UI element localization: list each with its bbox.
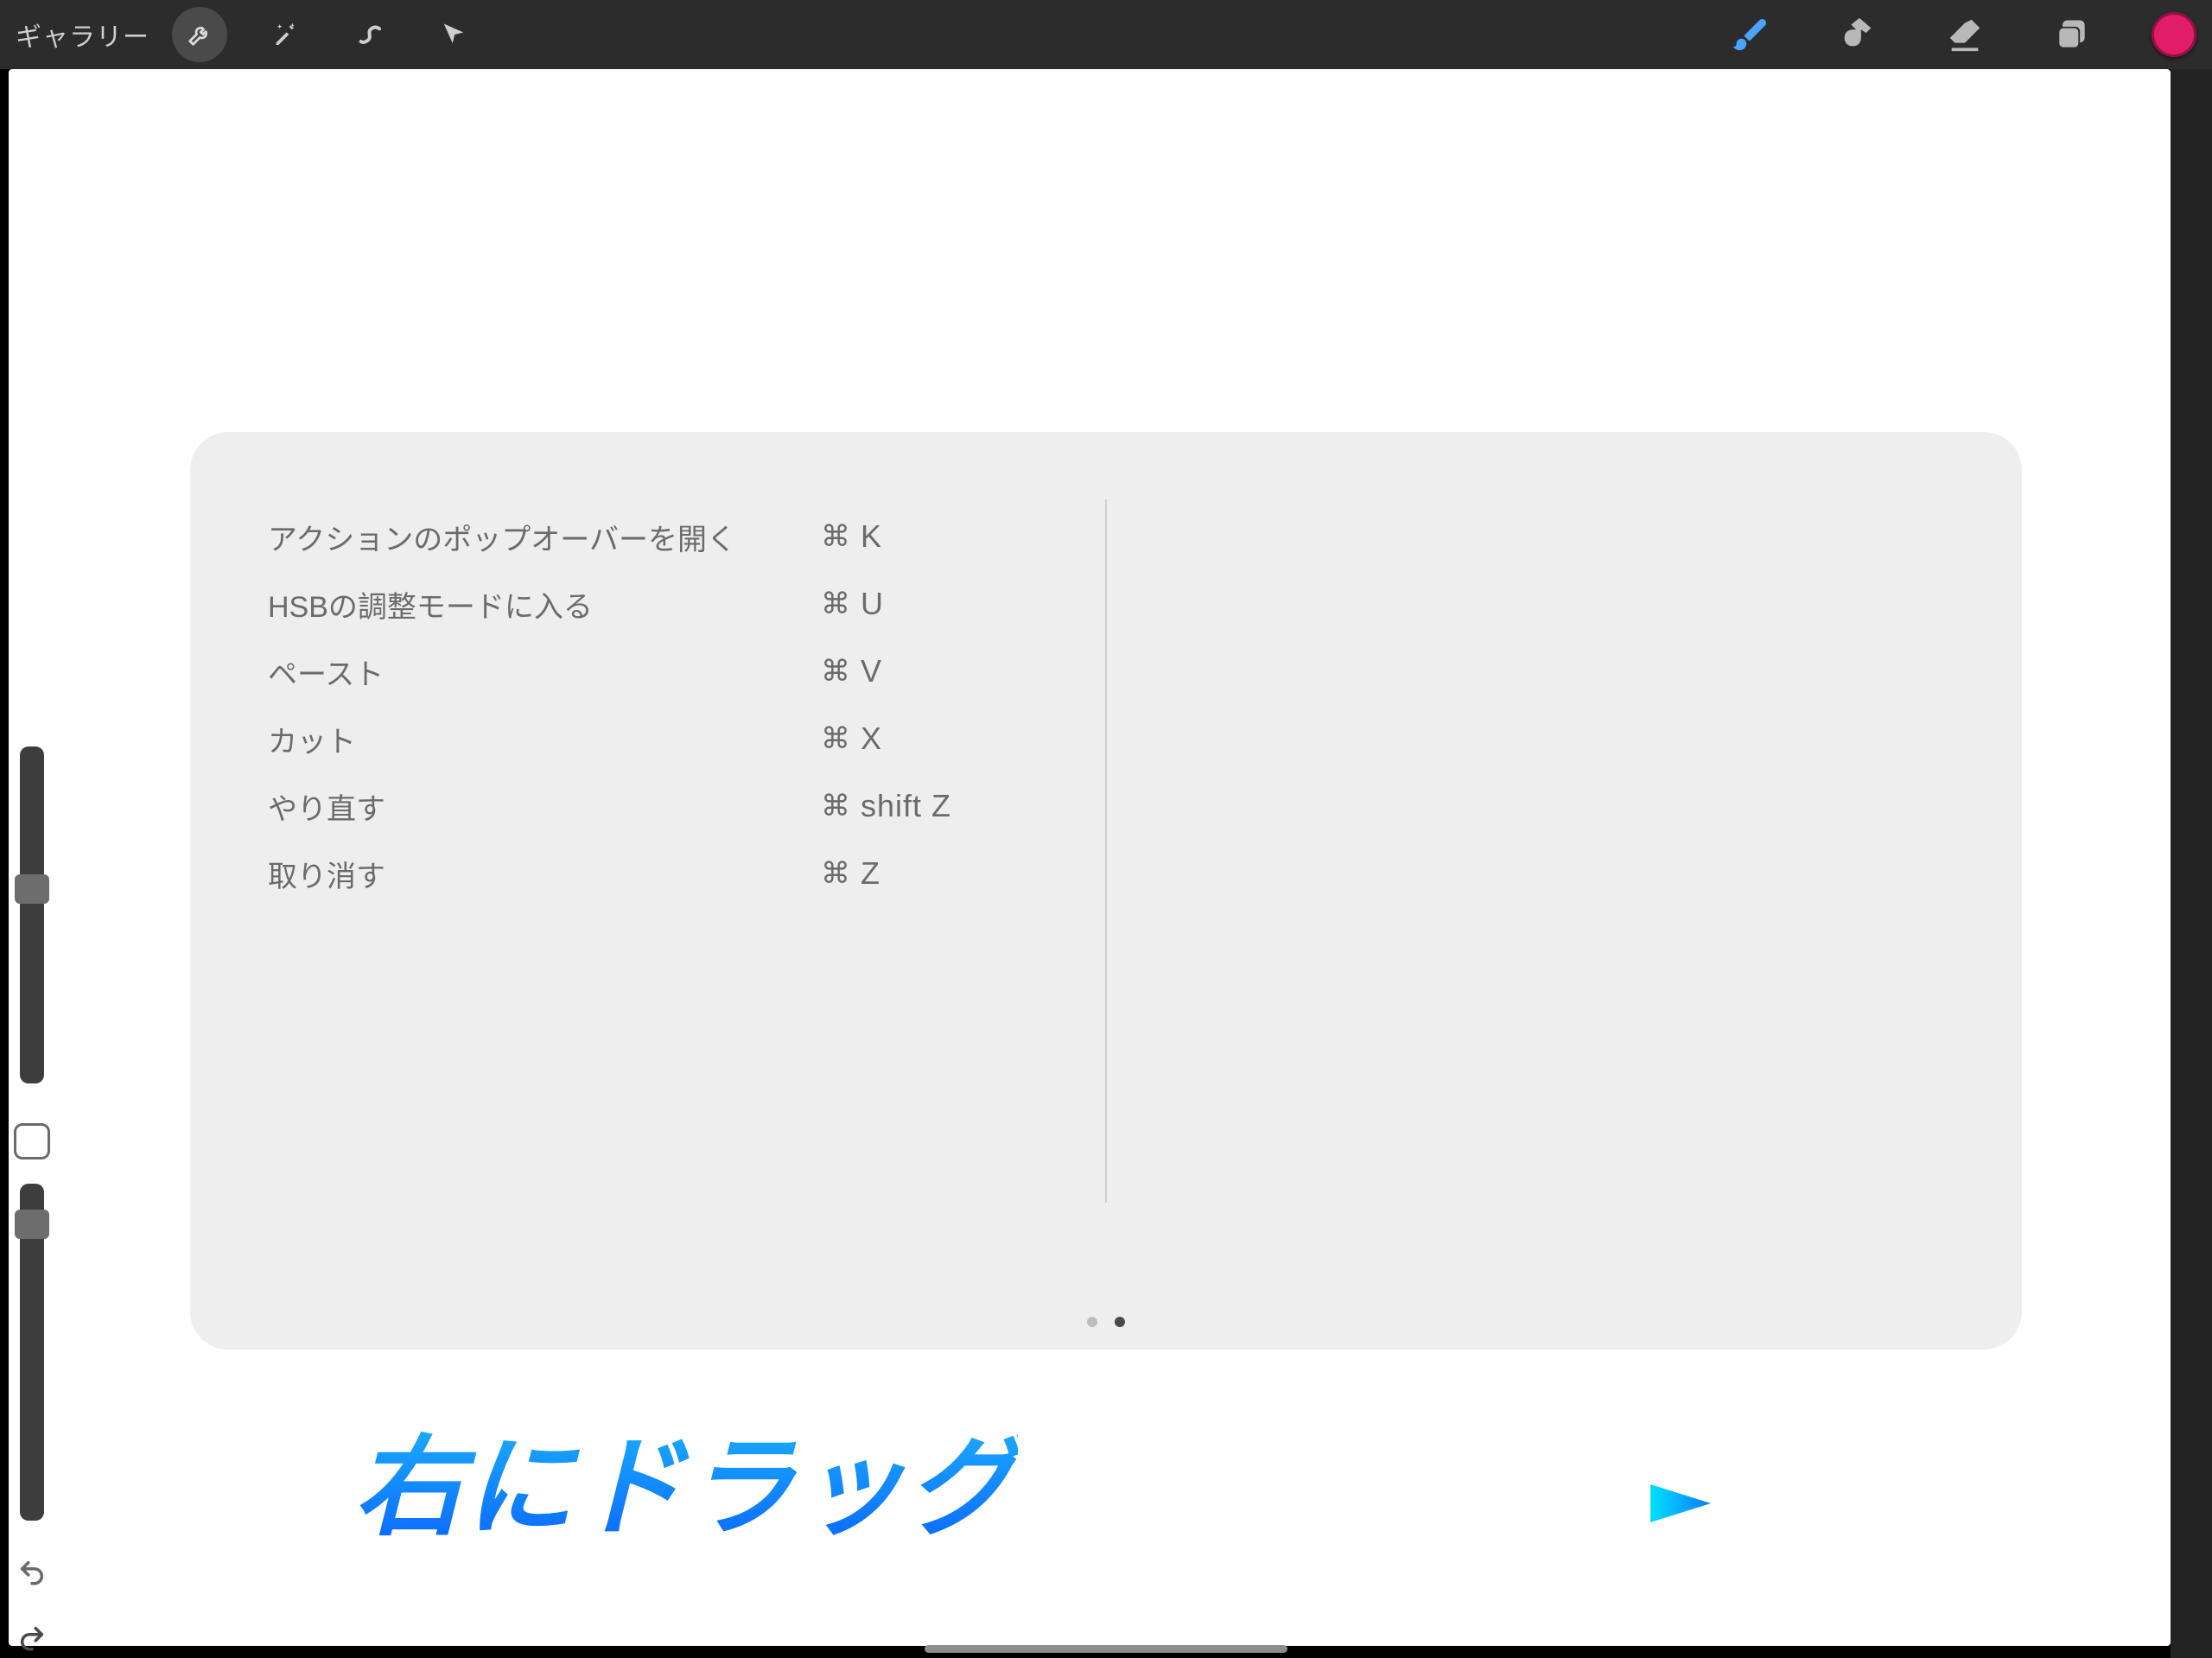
shortcut-modifier: ⌘ (821, 519, 861, 554)
annotation-text: 右にドラッグ (354, 1400, 1018, 1557)
shortcut-row: やり直す ⌘ shift Z (268, 772, 1097, 840)
transform-button[interactable] (426, 7, 481, 62)
shortcut-row: HSBの調整モードに入る ⌘ U (268, 570, 1097, 638)
s-curve-icon (355, 21, 383, 48)
wrench-icon (187, 22, 213, 48)
gallery-button[interactable]: ギャラリー (16, 16, 149, 54)
brush-opacity-slider[interactable] (20, 1184, 44, 1521)
brush-size-slider[interactable] (20, 746, 44, 1083)
panel-divider (1105, 499, 1107, 1203)
right-side-strip (2171, 69, 2212, 1658)
color-picker[interactable] (2152, 12, 2196, 57)
smudge-icon (1838, 15, 1878, 54)
top-toolbar: ギャラリー (0, 0, 2212, 69)
undo-button[interactable] (16, 1557, 48, 1588)
actions-button[interactable] (172, 7, 227, 62)
cursor-arrow-icon (441, 22, 467, 48)
canvas[interactable]: アクションのポップオーバーを開く ⌘ K HSBの調整モードに入る ⌘ U ペー… (9, 69, 2171, 1646)
redo-button[interactable] (16, 1623, 48, 1654)
smudge-tool[interactable] (1830, 7, 1885, 62)
shortcut-list: アクションのポップオーバーを開く ⌘ K HSBの調整モードに入る ⌘ U ペー… (268, 503, 1097, 907)
shortcut-label: アクションのポップオーバーを開く (268, 516, 821, 558)
magic-wand-icon (270, 21, 298, 48)
page-dot-active[interactable] (1115, 1317, 1125, 1327)
slider-thumb[interactable] (15, 1210, 49, 1239)
shortcut-label: カット (268, 718, 821, 760)
page-indicator[interactable] (1087, 1317, 1125, 1327)
shortcut-key: V (861, 653, 882, 689)
undo-icon (17, 1558, 47, 1587)
shortcut-key: X (861, 721, 882, 757)
shortcut-label: やり直す (268, 785, 821, 828)
shortcut-modifier: ⌘ (821, 856, 861, 891)
eraser-tool[interactable] (1937, 7, 1993, 62)
shortcut-label: ペースト (268, 651, 821, 693)
shortcut-modifier: ⌘ (821, 789, 861, 823)
layers-button[interactable] (2044, 7, 2100, 62)
shortcuts-panel[interactable]: アクションのポップオーバーを開く ⌘ K HSBの調整モードに入る ⌘ U ペー… (190, 432, 2022, 1350)
shortcut-row: カット ⌘ X (268, 705, 1097, 772)
eraser-icon (1945, 15, 1985, 54)
shortcut-row: 取り消す ⌘ Z (268, 840, 1097, 907)
page-dot[interactable] (1087, 1317, 1097, 1327)
shortcut-label: HSBの調整モードに入る (268, 583, 821, 626)
shortcut-modifier: ⌘ (821, 721, 861, 756)
home-indicator[interactable] (925, 1645, 1287, 1653)
shortcut-modifier: ⌘ (821, 654, 861, 689)
slider-thumb[interactable] (15, 874, 49, 904)
shortcut-label: 取り消す (268, 853, 821, 895)
shortcut-key: shift Z (861, 788, 951, 824)
shortcut-key: Z (861, 855, 880, 892)
shortcut-row: アクションのポップオーバーを開く ⌘ K (268, 503, 1097, 570)
shortcut-key: K (861, 518, 882, 555)
left-side-panel (5, 746, 59, 1654)
layers-icon (2053, 16, 2091, 54)
annotation-arrow-icon (1106, 1469, 1711, 1538)
brush-icon (1731, 15, 1770, 54)
shortcut-modifier: ⌘ (821, 587, 861, 621)
redo-icon (17, 1623, 47, 1653)
shortcut-key: U (861, 586, 884, 622)
modify-button[interactable] (14, 1123, 50, 1159)
brush-tool[interactable] (1723, 7, 1778, 62)
selection-button[interactable] (341, 7, 397, 62)
adjustments-button[interactable] (257, 7, 312, 62)
shortcut-row: ペースト ⌘ V (268, 638, 1097, 705)
